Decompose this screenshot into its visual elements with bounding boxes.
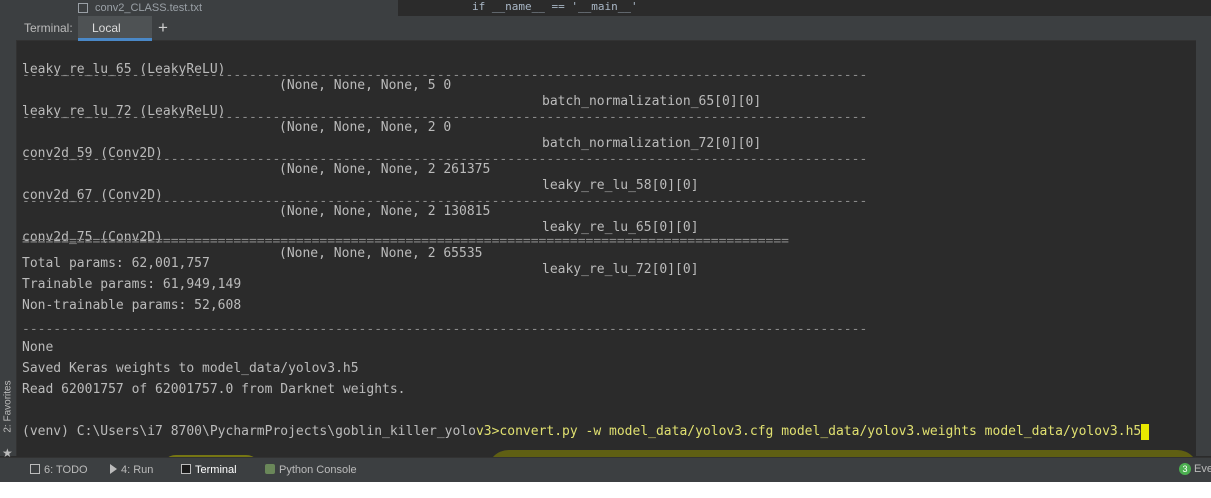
new-terminal-button[interactable]: +	[153, 18, 173, 38]
run-tool-button[interactable]: 4: Run	[110, 464, 153, 476]
eq-separator: ========================================…	[22, 234, 790, 249]
tab-local-label: Local	[92, 21, 121, 35]
terminal-output[interactable]: leaky_re_lu_65 (LeakyReLU) (None, None, …	[17, 42, 1199, 495]
right-tool-strip	[1196, 16, 1211, 456]
prompt-text: (venv) C:\Users\i7 8700\PycharmProjects\…	[22, 424, 476, 439]
window-bottom-edge	[0, 482, 1211, 498]
saved-weights-line: Saved Keras weights to model_data/yolov3…	[22, 361, 359, 376]
todo-icon	[30, 464, 40, 474]
dash-separator: ----------------------------------------…	[22, 68, 868, 83]
tab-local[interactable]: Local	[78, 16, 152, 41]
none-line: None	[22, 340, 54, 355]
editor-code-line: if __name__ == '__main__'	[472, 0, 638, 13]
run-icon	[110, 464, 117, 474]
bottom-tool-bar: 6: TODO 4: Run Terminal Python Console	[0, 457, 1211, 482]
non-trainable-params: Non-trainable params: 52,608	[22, 298, 242, 313]
dash-separator: ----------------------------------------…	[22, 152, 868, 167]
trainable-params: Trainable params: 61,949,149	[22, 277, 242, 292]
terminal-tool-button[interactable]: Terminal	[181, 464, 237, 476]
project-file-item[interactable]: conv2_CLASS.test.txt	[95, 2, 202, 14]
terminal-cursor	[1141, 424, 1150, 440]
editor-top-strip: conv2_CLASS.test.txt if __name__ == '__m…	[0, 0, 1211, 16]
dash-separator: ----------------------------------------…	[22, 110, 868, 125]
terminal-title: Terminal:	[24, 21, 73, 35]
file-icon	[78, 3, 88, 13]
python-console-tool-button[interactable]: Python Console	[265, 464, 357, 476]
favorites-tool-tab[interactable]: 2: Favorites	[3, 375, 14, 439]
event-log-count-badge[interactable]: 3	[1179, 463, 1191, 475]
dash-separator: ----------------------------------------…	[22, 194, 868, 209]
terminal-header: Terminal: Local +	[16, 16, 1211, 41]
total-params: Total params: 62,001,757	[22, 256, 210, 271]
todo-tool-button[interactable]: 6: TODO	[30, 464, 88, 476]
terminal-icon	[181, 464, 191, 474]
event-log-button[interactable]: Eve	[1194, 463, 1211, 475]
command-text: v3>convert.py -w model_data/yolov3.cfg m…	[475, 424, 1142, 439]
dash-separator: ----------------------------------------…	[22, 322, 868, 337]
read-weights-line: Read 62001757 of 62001757.0 from Darknet…	[22, 382, 406, 397]
python-icon	[265, 464, 275, 474]
command-line[interactable]: (venv) C:\Users\i7 8700\PycharmProjects\…	[22, 424, 1150, 440]
left-tool-strip: 2: Favorites ★	[0, 16, 17, 460]
